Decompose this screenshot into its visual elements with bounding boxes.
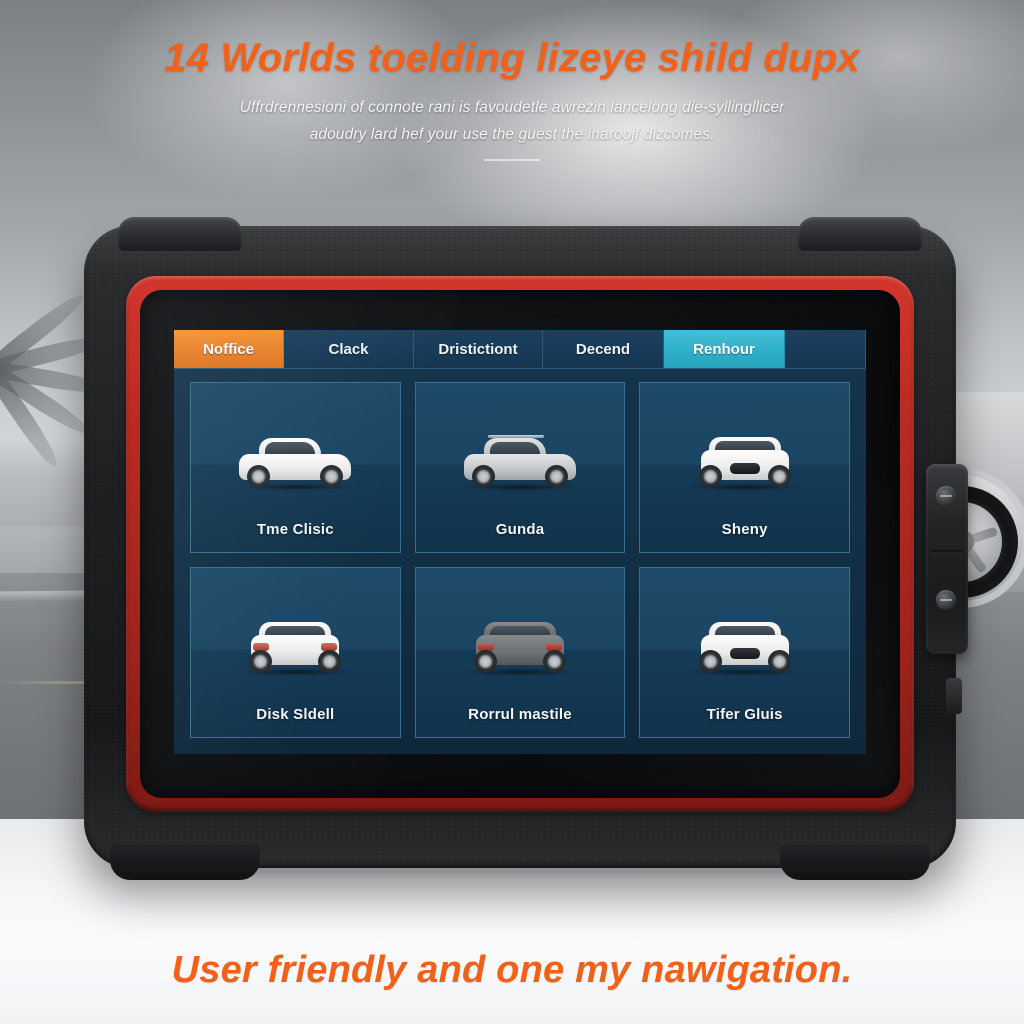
- vehicle-card[interactable]: Disk Sldell: [190, 567, 401, 738]
- promo-footer: User friendly and one my nawigation.: [0, 949, 1024, 992]
- tab-label: Dristictiont: [438, 340, 518, 358]
- corner-lug-top-right: [798, 217, 922, 251]
- footer-caption: User friendly and one my nawigation.: [171, 949, 853, 991]
- vehicle-card[interactable]: Rorrul mastile: [414, 567, 626, 738]
- tablet-screen[interactable]: Noffice Clack Dristictiont Decend Renhou…: [174, 330, 866, 754]
- tab-decend[interactable]: Decend: [543, 330, 664, 368]
- car-icon: [460, 617, 580, 676]
- vehicle-card[interactable]: Tme Clisic: [190, 382, 401, 553]
- car-icon: [235, 432, 355, 491]
- tab-renhour[interactable]: Renhour: [664, 330, 785, 368]
- vehicle-card[interactable]: Gunda: [414, 382, 626, 553]
- subtitle-line-1: Uffrdrennesioni of connote rani is favou…: [239, 99, 785, 116]
- divider: [484, 159, 540, 162]
- tab-noffice[interactable]: Noffice: [174, 330, 284, 368]
- vehicle-grid[interactable]: Tme Clisic Gunda Sheny Disk Sldell Rorru…: [174, 368, 866, 754]
- tablet-glass: Noffice Clack Dristictiont Decend Renhou…: [140, 290, 900, 798]
- car-icon: [235, 617, 355, 676]
- side-seam: [930, 550, 964, 554]
- vehicle-card-label: Rorrul mastile: [468, 706, 572, 723]
- tab-dristictiont[interactable]: Dristictiont: [414, 330, 543, 368]
- page-title: 14 Worlds toelding lizeye shild dupx: [164, 36, 860, 80]
- promo-header: 14 Worlds toelding lizeye shild dupx Uff…: [0, 36, 1024, 162]
- side-button[interactable]: [946, 678, 962, 714]
- tab-label: Clack: [328, 340, 369, 358]
- tab-bar[interactable]: Noffice Clack Dristictiont Decend Renhou…: [174, 330, 866, 369]
- corner-lug-top-left: [118, 217, 242, 251]
- vehicle-card-label: Gunda: [495, 521, 545, 538]
- vehicle-card-label: Sheny: [721, 521, 768, 538]
- subtitle-line-2: adoudry lard hef your use the guest the …: [309, 126, 715, 144]
- vehicle-card-label: Tme Clisic: [256, 521, 334, 538]
- car-icon: [460, 432, 580, 491]
- tab-clack[interactable]: Clack: [284, 330, 414, 368]
- promo-stage: 14 Worlds toelding lizeye shild dupx Uff…: [0, 0, 1024, 1024]
- tab-label: Noffice: [203, 340, 254, 358]
- vehicle-card-label: Disk Sldell: [256, 706, 335, 723]
- tab-label: Decend: [575, 340, 631, 358]
- car-icon: [685, 432, 805, 491]
- vehicle-card[interactable]: Sheny: [639, 382, 850, 553]
- diagnostic-tablet[interactable]: Noffice Clack Dristictiont Decend Renhou…: [84, 217, 968, 880]
- corner-lug-bottom-left: [110, 844, 260, 880]
- side-screw-upper-icon: [936, 486, 956, 506]
- vehicle-card[interactable]: Tifer Gluis: [639, 567, 850, 738]
- tab-label: Renhour: [693, 340, 755, 358]
- vehicle-card-label: Tifer Gluis: [706, 706, 783, 723]
- tab-empty[interactable]: [785, 330, 866, 368]
- side-port-panel[interactable]: [926, 464, 968, 654]
- car-icon: [685, 617, 805, 676]
- corner-lug-bottom-right: [780, 844, 930, 880]
- side-screw-lower-icon: [936, 590, 956, 610]
